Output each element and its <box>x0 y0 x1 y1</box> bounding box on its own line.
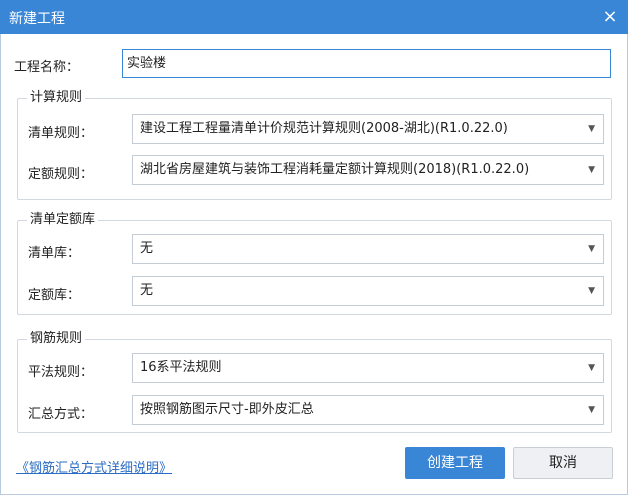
chevron-down-icon: ▼ <box>588 165 595 175</box>
libraries-title: 清单定额库 <box>27 211 99 229</box>
bill-lib-select[interactable]: 无 ▼ <box>132 234 604 264</box>
rebar-rules-title: 钢筋规则 <box>27 330 86 348</box>
bill-lib-label: 清单库： <box>28 246 81 261</box>
summary-label: 汇总方式： <box>28 407 94 422</box>
quota-lib-label: 定额库： <box>28 288 81 303</box>
bill-rule-label: 清单规则： <box>28 126 94 141</box>
project-name-label: 工程名称： <box>14 60 80 75</box>
create-project-button[interactable]: 创建工程 <box>405 447 505 479</box>
quota-lib-select[interactable]: 无 ▼ <box>132 276 604 306</box>
bill-rule-select[interactable]: 建设工程工程量清单计价规范计算规则(2008-湖北)(R1.0.22.0) ▼ <box>132 114 604 144</box>
chevron-down-icon: ▼ <box>588 405 595 415</box>
chevron-down-icon: ▼ <box>588 286 595 296</box>
chevron-down-icon: ▼ <box>588 124 595 134</box>
bill-rule-value: 建设工程工程量清单计价规范计算规则(2008-湖北)(R1.0.22.0) <box>140 121 508 136</box>
close-icon[interactable]: × <box>592 0 628 34</box>
flat-rule-label: 平法规则： <box>28 365 94 380</box>
flat-rule-value: 16系平法规则 <box>140 360 222 375</box>
window-title: 新建工程 <box>9 11 65 27</box>
cancel-button[interactable]: 取消 <box>513 447 613 479</box>
title-bar: 新建工程 × <box>0 0 628 34</box>
bill-lib-value: 无 <box>140 241 154 256</box>
chevron-down-icon: ▼ <box>588 244 595 254</box>
summary-select[interactable]: 按照钢筋图示尺寸-即外皮汇总 ▼ <box>132 395 604 425</box>
calc-rules-title: 计算规则 <box>27 89 86 107</box>
chevron-down-icon: ▼ <box>588 363 595 373</box>
quota-lib-value: 无 <box>140 283 154 298</box>
summary-value: 按照钢筋图示尺寸-即外皮汇总 <box>140 402 314 417</box>
quota-rule-label: 定额规则： <box>28 167 94 182</box>
quota-rule-select[interactable]: 湖北省房屋建筑与装饰工程消耗量定额计算规则(2018)(R1.0.22.0) ▼ <box>132 155 604 185</box>
rebar-summary-help-link[interactable]: 《钢筋汇总方式详细说明》 <box>16 457 172 476</box>
project-name-input[interactable]: 实验楼 <box>122 49 611 78</box>
quota-rule-value: 湖北省房屋建筑与装饰工程消耗量定额计算规则(2018)(R1.0.22.0) <box>140 162 530 177</box>
flat-rule-select[interactable]: 16系平法规则 ▼ <box>132 353 604 383</box>
